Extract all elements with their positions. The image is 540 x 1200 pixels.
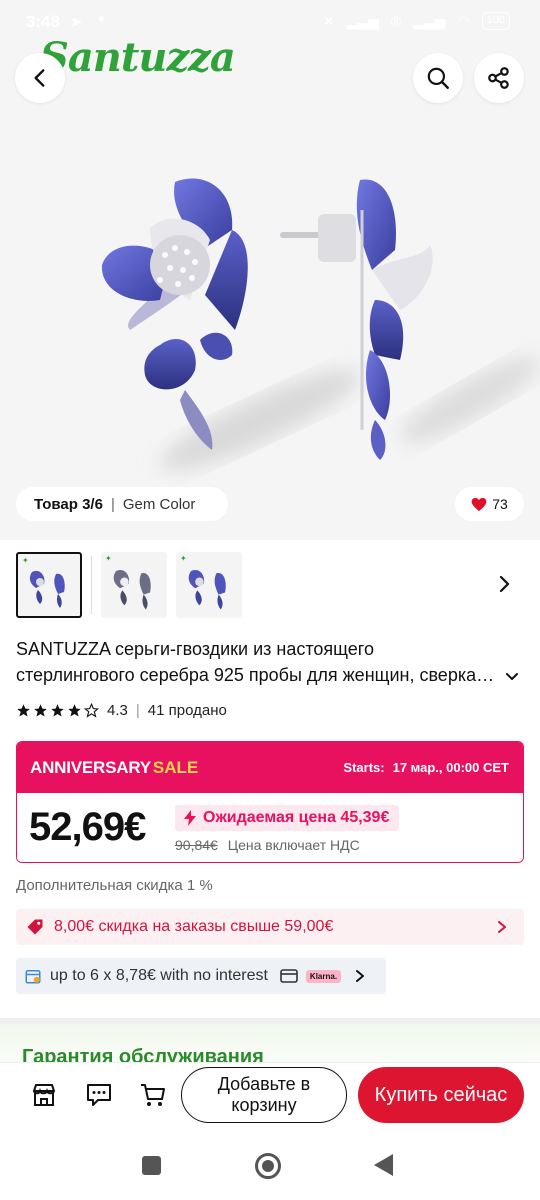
registered-icon: ® <box>390 13 402 29</box>
add-to-cart-button[interactable]: Добавьте в корзину <box>181 1067 347 1123</box>
store-icon[interactable] <box>29 1080 59 1110</box>
thumbnail-1[interactable]: ✦ <box>16 552 82 618</box>
mute-icon: ✕ <box>322 12 335 29</box>
installments-text: up to 6 x 8,78€ with no interest <box>50 967 268 984</box>
thumbnail-divider <box>91 556 92 614</box>
status-bar: 3:48 ➤ • ✕ ▂▃▅ ® ▂▃▅ ◠ 100 <box>0 0 540 48</box>
star-outline-icon <box>84 703 99 718</box>
sale-box[interactable]: ANNIVERSARY SALE Starts: 17 мар., 00:00 C… <box>16 741 524 863</box>
rating-row[interactable]: 4.3 | 41 продано <box>16 702 227 719</box>
back-button[interactable] <box>15 53 65 103</box>
old-price: 90,84€ <box>175 837 218 853</box>
thumbnail-logo: ✦ <box>105 554 112 563</box>
thumbnail-3[interactable]: ✦ <box>176 552 242 618</box>
current-price: 52,69€ <box>29 805 146 849</box>
sale-start-date: 17 мар., 00:00 CET <box>392 760 509 775</box>
signal-icon: ▂▃▅ <box>346 12 379 29</box>
status-time: 3:48 <box>26 12 61 31</box>
sale-start: Starts: 17 мар., 00:00 CET <box>343 760 509 775</box>
product-title[interactable]: SANTUZZA серьги-гвоздики из настоящего с… <box>16 636 520 688</box>
system-navigation-bar <box>0 1128 540 1200</box>
thumbnail-logo: ✦ <box>180 554 187 563</box>
star-icon <box>34 704 47 717</box>
heart-icon <box>471 497 487 511</box>
status-icons: ✕ ▂▃▅ ® ▂▃▅ ◠ 100 <box>323 12 510 30</box>
system-back-button[interactable] <box>374 1154 393 1176</box>
rating-value: 4.3 <box>107 702 128 719</box>
search-button[interactable] <box>413 53 463 103</box>
image-position-label: Товар 3/6 <box>34 495 103 513</box>
calendar-icon <box>25 970 41 984</box>
installments-row[interactable]: up to 6 x 8,78€ with no interest Klarna. <box>16 958 386 994</box>
home-button[interactable] <box>255 1153 281 1179</box>
chevron-right-icon <box>498 921 506 933</box>
variant-label: Gem Color <box>122 495 196 513</box>
lightning-icon <box>184 810 196 826</box>
telegram-icon: ➤ <box>70 14 83 31</box>
chat-icon[interactable] <box>84 1080 114 1110</box>
sale-banner: ANNIVERSARY SALE Starts: 17 мар., 00:00 C… <box>17 742 523 793</box>
star-icon <box>68 704 81 717</box>
star-rating <box>16 703 99 718</box>
product-title-line1: SANTUZZA серьги-гвоздики из настоящего <box>16 639 374 659</box>
price-block: 52,69€ Ожидаемая цена 45,39€ 90,84€ Цена… <box>17 793 523 862</box>
product-image-area[interactable]: Santuzza Товар 3/6 | Gem Color 73 <box>0 0 540 540</box>
buy-now-button[interactable]: Купить сейчас <box>358 1067 524 1123</box>
klarna-badge: Klarna. <box>305 969 342 983</box>
sold-count: 41 продано <box>147 702 227 719</box>
search-icon <box>427 67 449 89</box>
extra-discount: Дополнительная скидка 1 % <box>16 877 213 894</box>
wishlist-button[interactable]: 73 <box>455 487 524 521</box>
chevron-right-icon[interactable] <box>495 572 515 596</box>
thumbnail-logo: ✦ <box>22 556 29 565</box>
thumbnail-strip: ✦ ✦ ✦ <box>0 552 540 620</box>
bottom-action-bar: Добавьте в корзину Купить сейчас <box>0 1062 540 1128</box>
coupon-text: 8,00€ скидка на заказы свыше 59,00€ <box>54 918 334 935</box>
share-button[interactable] <box>474 53 524 103</box>
battery-icon: 100 <box>481 12 510 30</box>
credit-card-icon <box>280 969 298 983</box>
thumbnail-2[interactable]: ✦ <box>101 552 167 618</box>
guarantee-section[interactable]: Гарантия обслуживания <box>0 1018 540 1068</box>
vat-note: Цена включает НДС <box>227 837 360 853</box>
star-icon <box>51 704 64 717</box>
rating-separator: | <box>135 702 140 719</box>
image-position-pill[interactable]: Товар 3/6 | Gem Color <box>16 487 228 521</box>
share-icon <box>488 67 509 89</box>
star-icon <box>17 704 30 717</box>
product-title-line2: стерлингового серебра 925 пробы для женщ… <box>16 665 501 685</box>
sale-banner-anniversary: ANNIVERSARY <box>30 757 151 777</box>
chevron-right-icon <box>356 970 365 982</box>
expected-price-badge: Ожидаемая цена 45,39€ <box>175 805 400 831</box>
pill-separator: | <box>110 495 115 513</box>
cart-icon[interactable] <box>138 1080 168 1110</box>
chevron-down-icon[interactable] <box>503 668 521 686</box>
wifi-icon: ◠ <box>457 12 470 29</box>
sale-start-label: Starts: <box>343 760 385 775</box>
recent-apps-button[interactable] <box>142 1156 161 1175</box>
tag-icon <box>27 919 43 935</box>
sale-banner-sale: SALE <box>152 757 199 777</box>
coupon-row[interactable]: 8,00€ скидка на заказы свыше 59,00€ <box>16 909 524 945</box>
notification-dot-icon: • <box>98 9 105 29</box>
old-price-row: 90,84€ Цена включает НДС <box>175 837 360 853</box>
chevron-left-icon <box>34 69 45 87</box>
expected-price: Ожидаемая цена 45,39€ <box>203 809 390 826</box>
likes-count: 73 <box>492 496 508 512</box>
signal2-icon: ▂▃▅ <box>413 12 446 29</box>
